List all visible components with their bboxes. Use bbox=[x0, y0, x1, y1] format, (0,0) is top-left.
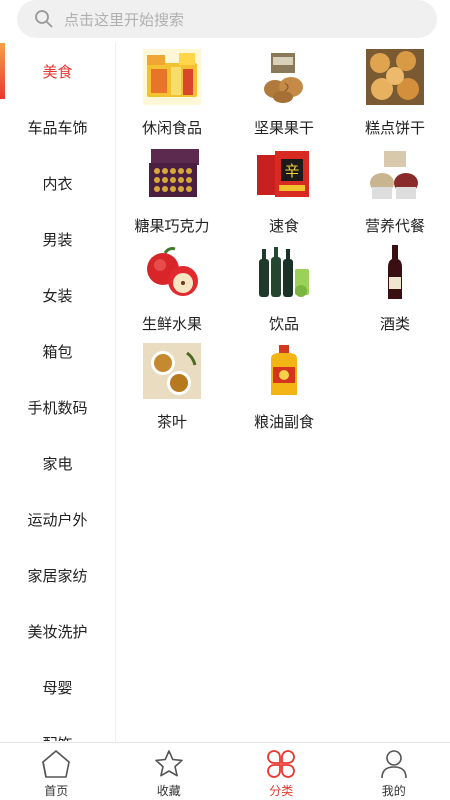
pastry-icon bbox=[366, 49, 424, 105]
subcategory-label: 茶叶 bbox=[156, 413, 187, 431]
home-icon bbox=[42, 750, 71, 778]
subcategory-drinks[interactable]: 饮品 bbox=[228, 245, 340, 343]
snacks-icon bbox=[143, 49, 201, 105]
sidebar-item-menswear[interactable]: 男装 bbox=[0, 211, 115, 267]
subcategory-nuts[interactable]: 坚果果干 bbox=[228, 49, 340, 147]
nuts-icon bbox=[255, 49, 313, 105]
chocolate-icon bbox=[143, 147, 201, 203]
subcategory-label: 饮品 bbox=[268, 315, 299, 333]
subcategory-label: 糕点饼干 bbox=[364, 119, 425, 137]
tab-label: 首页 bbox=[44, 784, 69, 798]
subcategory-tea[interactable]: 茶叶 bbox=[116, 343, 228, 441]
sidebar-item-bags[interactable]: 箱包 bbox=[0, 323, 115, 379]
subcategory-label: 休闲食品 bbox=[141, 119, 202, 137]
subcategory-label: 速食 bbox=[268, 217, 299, 235]
drink-bottle-icon bbox=[255, 245, 313, 301]
subcategory-label: 粮油副食 bbox=[253, 413, 314, 431]
sidebar-item-beauty[interactable]: 美妆洗护 bbox=[0, 603, 115, 659]
sidebar-item-label: 男装 bbox=[42, 230, 73, 249]
search-placeholder: 点击这里开始搜索 bbox=[64, 10, 185, 29]
search-input[interactable]: 点击这里开始搜索 bbox=[17, 0, 437, 38]
subcategory-snacks[interactable]: 休闲食品 bbox=[116, 49, 228, 147]
tab-label: 分类 bbox=[269, 784, 294, 798]
sidebar-item-label: 内衣 bbox=[42, 174, 73, 193]
subcategory-pastry[interactable]: 糕点饼干 bbox=[340, 49, 450, 147]
sidebar-item-label: 美妆洗护 bbox=[27, 622, 88, 641]
search-bar: 点击这里开始搜索 bbox=[0, 0, 450, 42]
tab-favorites[interactable]: 收藏 bbox=[113, 743, 226, 800]
user-icon bbox=[380, 750, 407, 779]
tab-label: 收藏 bbox=[156, 784, 181, 798]
instant-noodle-icon: 辛 bbox=[255, 147, 313, 203]
sidebar-item-home[interactable]: 家居家纺 bbox=[0, 547, 115, 603]
tab-home[interactable]: 首页 bbox=[0, 743, 113, 800]
subcategory-wine[interactable]: 酒类 bbox=[340, 245, 450, 343]
subcategory-nutrition[interactable]: 营养代餐 bbox=[340, 147, 450, 245]
tea-icon bbox=[143, 343, 201, 399]
sidebar-item-car-accessories[interactable]: 车品车饰 bbox=[0, 99, 115, 155]
sidebar-item-label: 车品车饰 bbox=[27, 118, 88, 137]
tab-label: 我的 bbox=[381, 784, 406, 798]
grain-icon bbox=[366, 147, 424, 203]
category-sidebar: 美食 车品车饰 内衣 男装 女装 箱包 手机数码 家电 运动户外 家居家纺 美妆… bbox=[0, 43, 116, 741]
sidebar-item-underwear[interactable]: 内衣 bbox=[0, 155, 115, 211]
sidebar-item-label: 美食 bbox=[42, 62, 73, 81]
subcategory-label: 坚果果干 bbox=[253, 119, 314, 137]
sidebar-item-food[interactable]: 美食 bbox=[0, 43, 115, 99]
star-icon bbox=[154, 750, 183, 777]
sidebar-item-womenswear[interactable]: 女装 bbox=[0, 267, 115, 323]
search-icon bbox=[35, 10, 53, 28]
wine-icon bbox=[366, 245, 424, 301]
subcategory-label: 糖果巧克力 bbox=[134, 217, 210, 235]
subcategory-grid: 休闲食品 坚果果干 糕点饼干 糖果巧克力 辛 速食 营养代餐 生鲜水果 饮品 酒… bbox=[116, 49, 450, 441]
sidebar-item-label: 女装 bbox=[42, 286, 73, 305]
sidebar-item-accessories[interactable]: 配饰 bbox=[0, 715, 115, 742]
subcategory-panel: 休闲食品 坚果果干 糕点饼干 糖果巧克力 辛 速食 营养代餐 生鲜水果 饮品 酒… bbox=[116, 43, 450, 741]
subcategory-grain-oil[interactable]: 粮油副食 bbox=[228, 343, 340, 441]
bottom-tab-bar: 首页 收藏 分类 我的 bbox=[0, 742, 450, 800]
apple-icon bbox=[143, 245, 201, 301]
subcategory-label: 生鲜水果 bbox=[141, 315, 202, 333]
sidebar-item-label: 运动户外 bbox=[27, 510, 88, 529]
sidebar-item-sports[interactable]: 运动户外 bbox=[0, 491, 115, 547]
tab-category[interactable]: 分类 bbox=[225, 743, 338, 800]
subcategory-chocolate[interactable]: 糖果巧克力 bbox=[116, 147, 228, 245]
sidebar-item-label: 家电 bbox=[42, 454, 73, 473]
subcategory-label: 营养代餐 bbox=[364, 217, 425, 235]
sidebar-item-baby[interactable]: 母婴 bbox=[0, 659, 115, 715]
category-icon bbox=[267, 750, 296, 778]
svg-text:辛: 辛 bbox=[284, 162, 299, 180]
oil-icon bbox=[255, 343, 313, 399]
sidebar-item-label: 配饰 bbox=[42, 733, 72, 742]
tab-profile[interactable]: 我的 bbox=[338, 743, 450, 800]
subcategory-fresh-fruit[interactable]: 生鲜水果 bbox=[116, 245, 228, 343]
sidebar-item-label: 手机数码 bbox=[27, 398, 88, 417]
sidebar-item-digital[interactable]: 手机数码 bbox=[0, 379, 115, 435]
subcategory-instant-food[interactable]: 辛 速食 bbox=[228, 147, 340, 245]
subcategory-label: 酒类 bbox=[379, 315, 410, 333]
sidebar-item-label: 母婴 bbox=[42, 678, 73, 697]
sidebar-item-appliances[interactable]: 家电 bbox=[0, 435, 115, 491]
sidebar-item-label: 家居家纺 bbox=[27, 566, 88, 585]
sidebar-item-label: 箱包 bbox=[42, 342, 73, 361]
